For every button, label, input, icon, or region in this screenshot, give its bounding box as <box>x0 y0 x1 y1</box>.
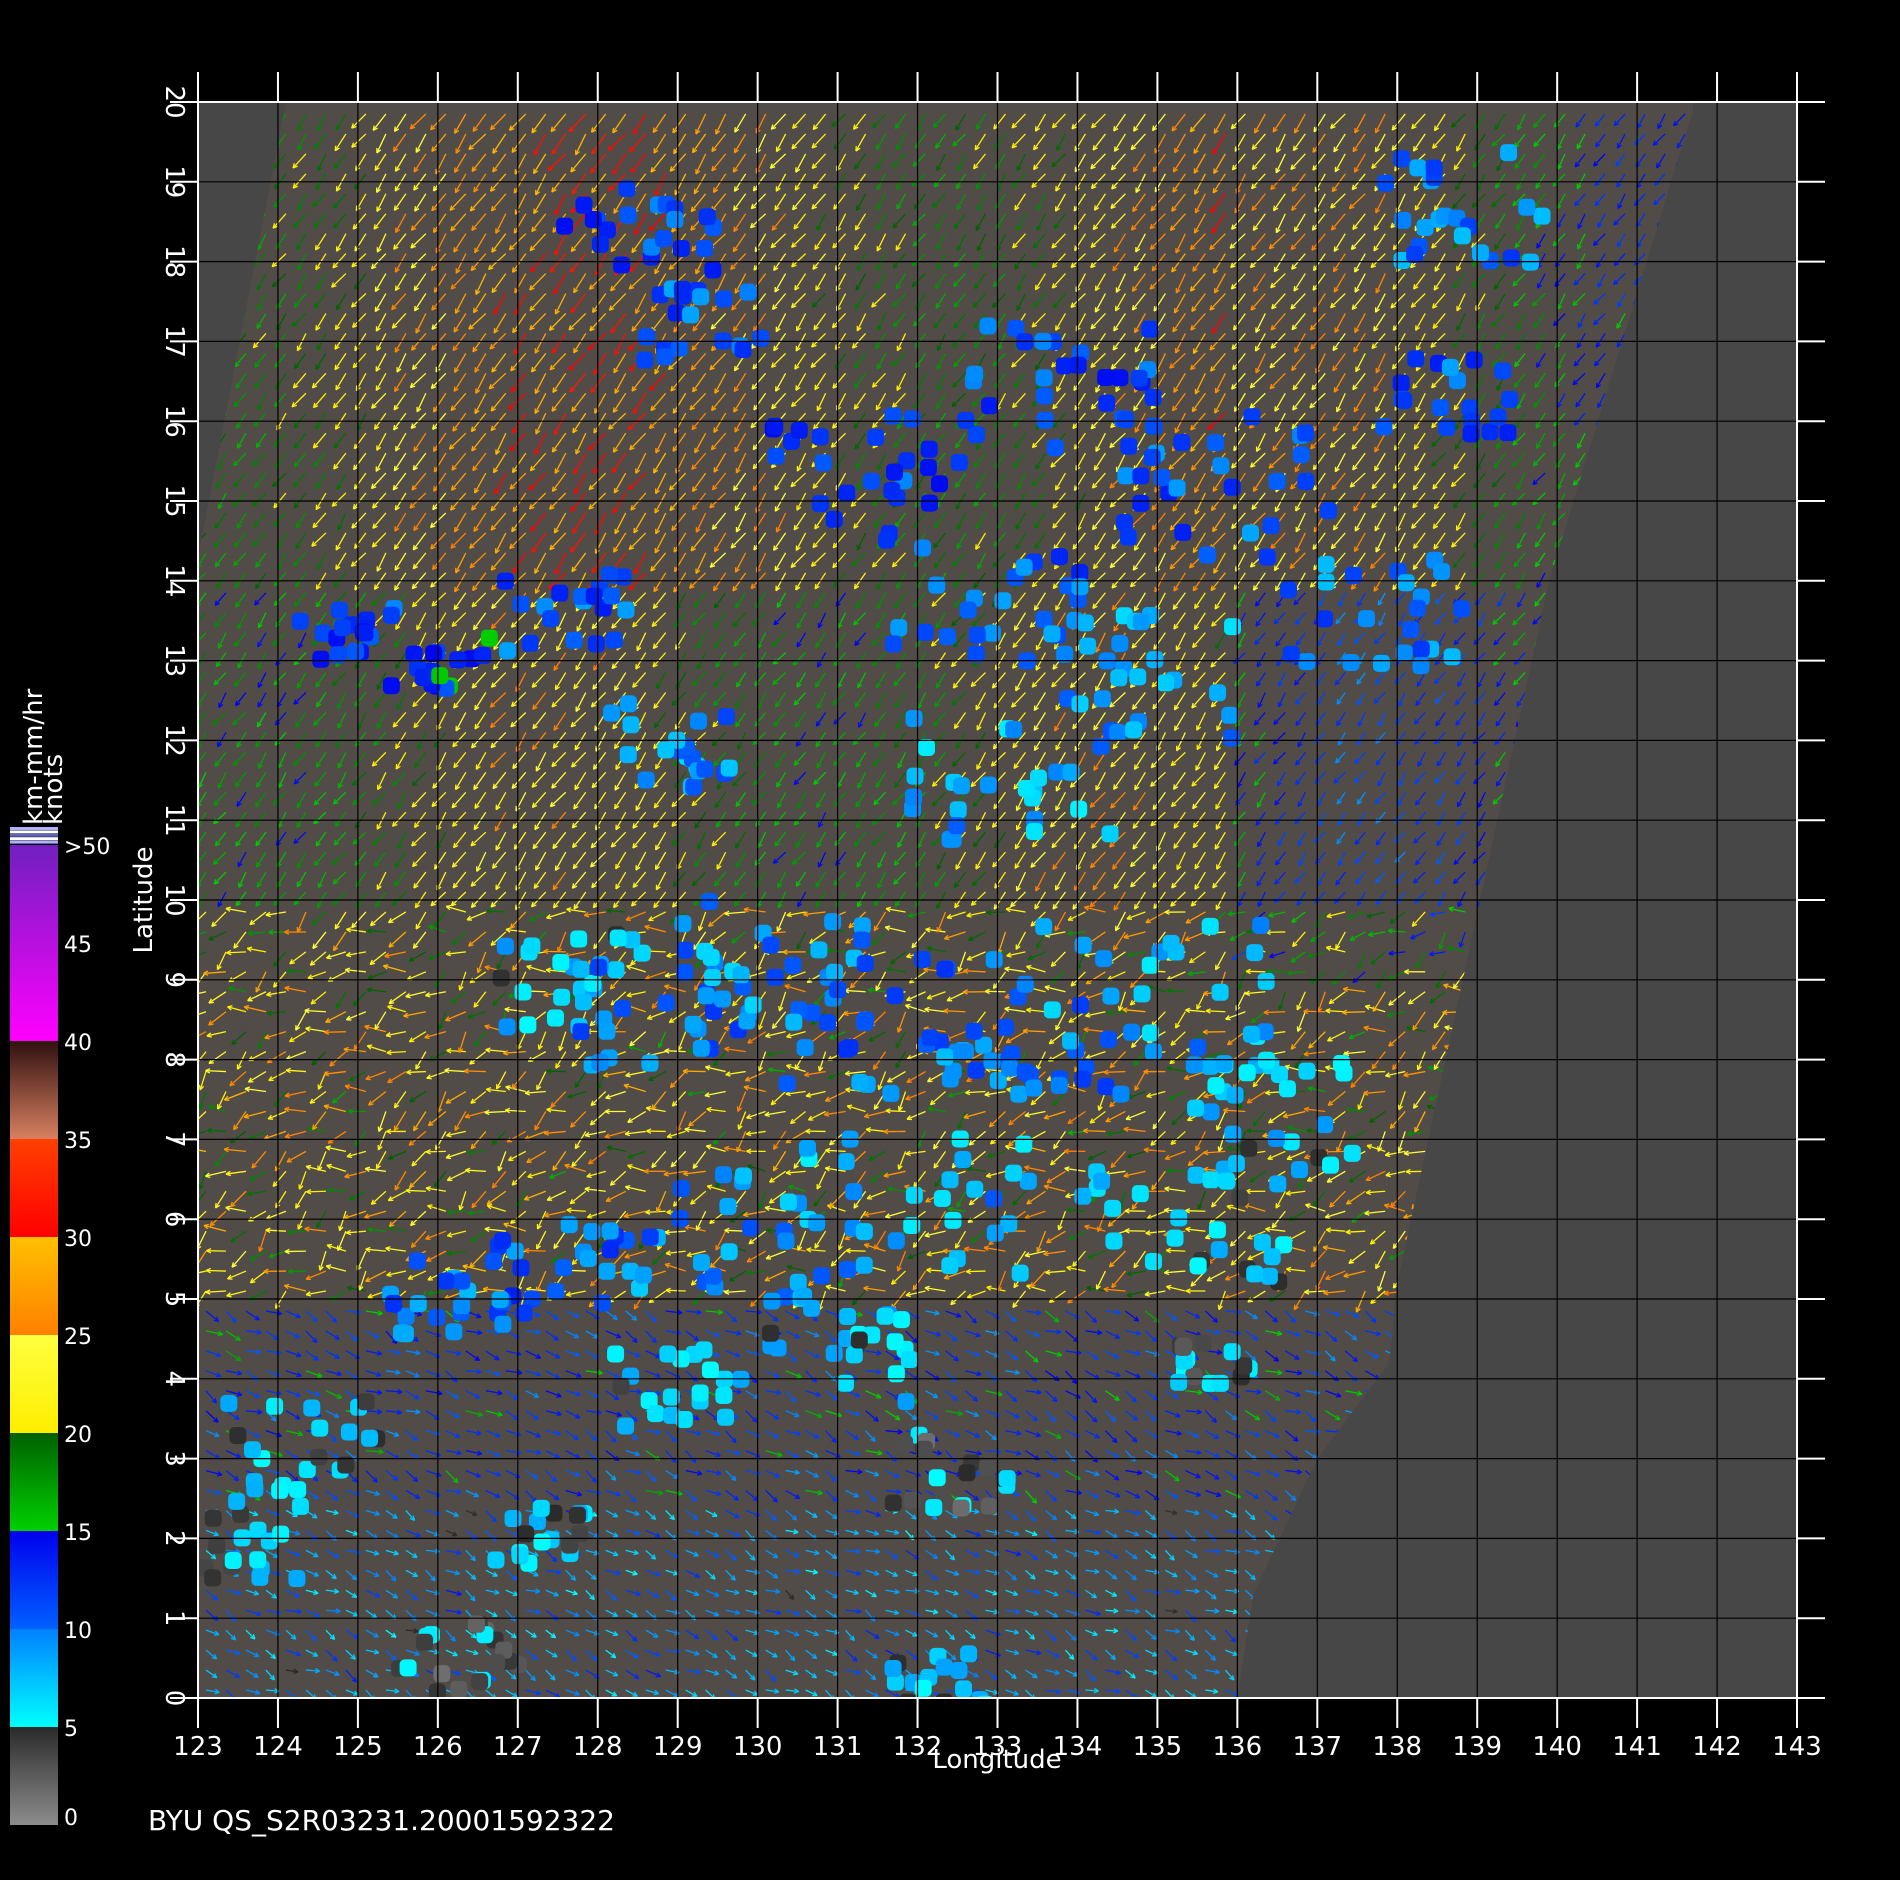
wind-vector <box>1366 1070 1386 1074</box>
wind-vector <box>1083 1129 1106 1133</box>
wind-vector <box>1246 1129 1266 1133</box>
wind-vector <box>1166 1249 1186 1252</box>
wind-vector <box>1103 1070 1126 1073</box>
plot-area <box>198 102 1797 1698</box>
wind-vector-chart: 123 124 125 126 127 128 129 130 131 132 133 134 135 1… <box>0 0 1900 1880</box>
wind-vector <box>405 1189 426 1192</box>
wind-vector <box>426 1150 446 1153</box>
wind-vector <box>524 1249 546 1252</box>
wind-vector <box>406 1070 426 1074</box>
wind-vector <box>1185 1210 1206 1212</box>
wind-vector <box>306 1190 326 1193</box>
wind-vector <box>464 1070 486 1073</box>
wind-vector <box>885 1110 906 1113</box>
wind-vector <box>845 1249 866 1252</box>
wind-vector <box>1167 1169 1186 1172</box>
wind-vector <box>966 1270 986 1273</box>
wind-vector <box>666 1289 686 1292</box>
wind-vector <box>206 1269 227 1272</box>
